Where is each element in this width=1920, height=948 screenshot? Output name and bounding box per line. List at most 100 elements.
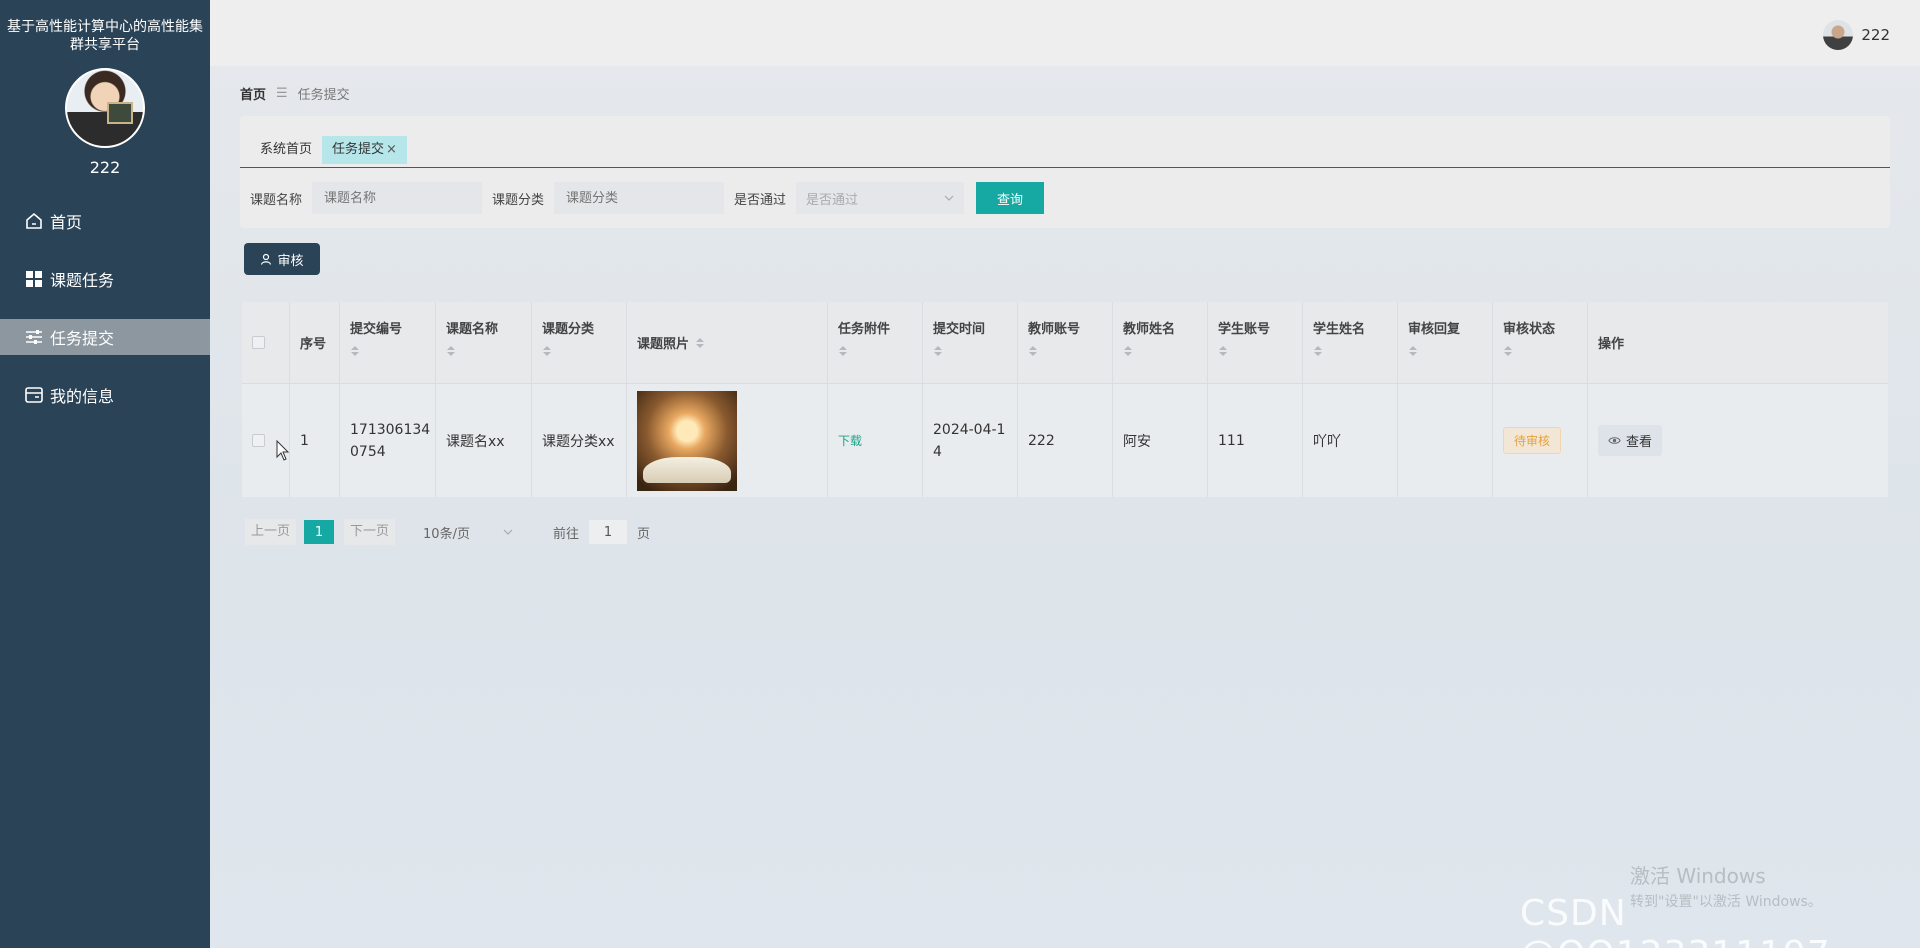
cell-submit-no: 171306134 0754 [340, 384, 436, 497]
submit-no-line: 0754 [350, 443, 386, 460]
breadcrumb-home[interactable]: 首页 [240, 84, 266, 103]
user-icon [261, 253, 272, 265]
name-label: 课题名称 [250, 192, 303, 208]
audit-button-label: 审核 [277, 253, 304, 269]
column-header[interactable]: 学生账号 [1208, 302, 1303, 383]
sort-icon[interactable] [1408, 345, 1418, 357]
sidebar-item-label: 首页 [50, 213, 83, 232]
sort-icon[interactable] [350, 345, 360, 357]
topic-photo-thumbnail[interactable] [637, 390, 737, 491]
sort-icon[interactable] [446, 345, 456, 357]
sort-icon[interactable] [1313, 345, 1323, 357]
chevron-down-icon [944, 195, 954, 201]
cell-actions: 查看 [1588, 384, 1888, 497]
csdn-watermark: CSDN @QQ123311197 [1520, 893, 1830, 948]
row-checkbox[interactable] [252, 434, 265, 447]
sidebar-menu: 首页 课题任务 任务提交 我的信息 [0, 203, 210, 413]
sidebar-item-task-submit[interactable]: 任务提交 [0, 319, 210, 355]
sort-icon[interactable] [542, 345, 552, 357]
watermark-line: 激活 Windows [1630, 864, 1766, 888]
sidebar: 基于高性能计算中心的高性能集群共享平台 222 首页 课题任务 任务提交 我的信… [0, 0, 210, 948]
pagination: 上一页 1 下一页 10条/页 前往 1 页 [245, 519, 650, 545]
query-button[interactable]: 查询 [976, 182, 1045, 214]
column-header: 操作 [1598, 337, 1625, 352]
sort-icon[interactable] [695, 337, 705, 349]
page-size-select[interactable]: 10条/页 [423, 523, 513, 542]
goto-suffix: 页 [637, 526, 651, 542]
column-title: 审核回复 [1408, 322, 1461, 337]
sort-icon[interactable] [1028, 345, 1038, 357]
tab-task-submit[interactable]: 任务提交 × [322, 136, 407, 164]
category-label: 课题分类 [492, 192, 545, 208]
column-header[interactable]: 审核状态 [1493, 302, 1588, 383]
search-panel: 系统首页 任务提交× 课题名称 课题分类 是否通过 是否通过 查询 [240, 116, 1890, 228]
sort-icon[interactable] [838, 345, 848, 357]
header-avatar[interactable] [1823, 20, 1854, 50]
next-page-button[interactable]: 下一页 [344, 519, 396, 545]
passed-select[interactable]: 是否通过 [796, 182, 965, 214]
sort-icon[interactable] [933, 345, 943, 357]
cell-review-status: 待审核 [1493, 384, 1588, 497]
page-number-current[interactable]: 1 [304, 520, 335, 544]
sort-icon[interactable] [1503, 345, 1513, 357]
column-header[interactable]: 任务附件 [828, 302, 923, 383]
tab-label: 系统首页 [260, 142, 313, 157]
column-title: 任务附件 [838, 322, 891, 337]
user-avatar[interactable] [65, 68, 145, 148]
column-title: 课题名称 [446, 322, 499, 337]
goto-page: 前往 1 页 [553, 520, 650, 544]
view-button-label: 查看 [1626, 435, 1653, 450]
close-icon[interactable]: × [386, 142, 397, 157]
header-username: 222 [1861, 26, 1890, 44]
sidebar-item-home[interactable]: 首页 [0, 203, 210, 239]
app-title: 基于高性能计算中心的高性能集群共享平台 [7, 19, 203, 53]
column-header[interactable]: 提交编号 [340, 302, 436, 383]
search-row: 课题名称 课题分类 是否通过 是否通过 查询 [250, 182, 1045, 214]
eye-icon [1608, 437, 1621, 444]
column-title: 教师账号 [1028, 322, 1081, 337]
table-row: 1 171306134 0754 课题名xx 课题分类xx 下载 2024-04… [242, 384, 1888, 497]
table-header: 序号 提交编号 课题名称 课题分类 课题照片 任务附件 提交时间 教师账号 教师… [242, 302, 1888, 384]
cell-submit-time: 2024-04-1 4 [923, 384, 1018, 497]
sliders-icon [26, 330, 42, 344]
sidebar-item-topic-tasks[interactable]: 课题任务 [0, 261, 210, 297]
breadcrumb: 首页 ☰ 任务提交 [240, 84, 350, 103]
page-size-value: 10条/页 [423, 526, 470, 542]
cell-teacher-name: 阿安 [1113, 384, 1208, 497]
goto-prefix: 前往 [553, 526, 580, 542]
sort-icon[interactable] [1218, 345, 1228, 357]
column-header[interactable]: 教师账号 [1018, 302, 1113, 383]
cell-topic-photo [627, 384, 828, 497]
column-title: 课题分类 [542, 322, 595, 337]
column-title: 提交时间 [933, 322, 986, 337]
grid-icon [26, 271, 42, 287]
column-title: 教师姓名 [1123, 322, 1176, 337]
view-button[interactable]: 查看 [1598, 425, 1663, 456]
cell-teacher-account: 222 [1018, 384, 1113, 497]
sort-icon[interactable] [1123, 345, 1133, 357]
audit-button[interactable]: 审核 [244, 243, 320, 275]
column-header[interactable]: 提交时间 [923, 302, 1018, 383]
download-link[interactable]: 下载 [838, 432, 862, 449]
cell-review-reply [1398, 384, 1493, 497]
goto-page-input[interactable]: 1 [589, 520, 628, 544]
prev-page-button[interactable]: 上一页 [245, 519, 297, 545]
status-badge: 待审核 [1503, 427, 1562, 454]
category-input[interactable] [554, 182, 725, 214]
column-header[interactable]: 课题分类 [532, 302, 627, 383]
passed-label: 是否通过 [734, 192, 787, 208]
select-all-checkbox[interactable] [252, 336, 265, 349]
name-input[interactable] [312, 182, 483, 214]
column-header[interactable]: 教师姓名 [1113, 302, 1208, 383]
sidebar-item-my-info[interactable]: 我的信息 [0, 377, 210, 413]
column-header[interactable]: 审核回复 [1398, 302, 1493, 383]
tab-system-home[interactable]: 系统首页 [250, 136, 322, 164]
tab-bar: 系统首页 任务提交 × [250, 136, 407, 164]
column-header[interactable]: 课题照片 [627, 302, 828, 383]
header-user[interactable]: 222 [1823, 20, 1890, 50]
column-header[interactable]: 课题名称 [436, 302, 532, 383]
column-title: 提交编号 [350, 322, 403, 337]
column-header[interactable]: 学生姓名 [1303, 302, 1398, 383]
sidebar-username: 222 [89, 158, 121, 177]
sidebar-item-label: 任务提交 [50, 329, 115, 348]
